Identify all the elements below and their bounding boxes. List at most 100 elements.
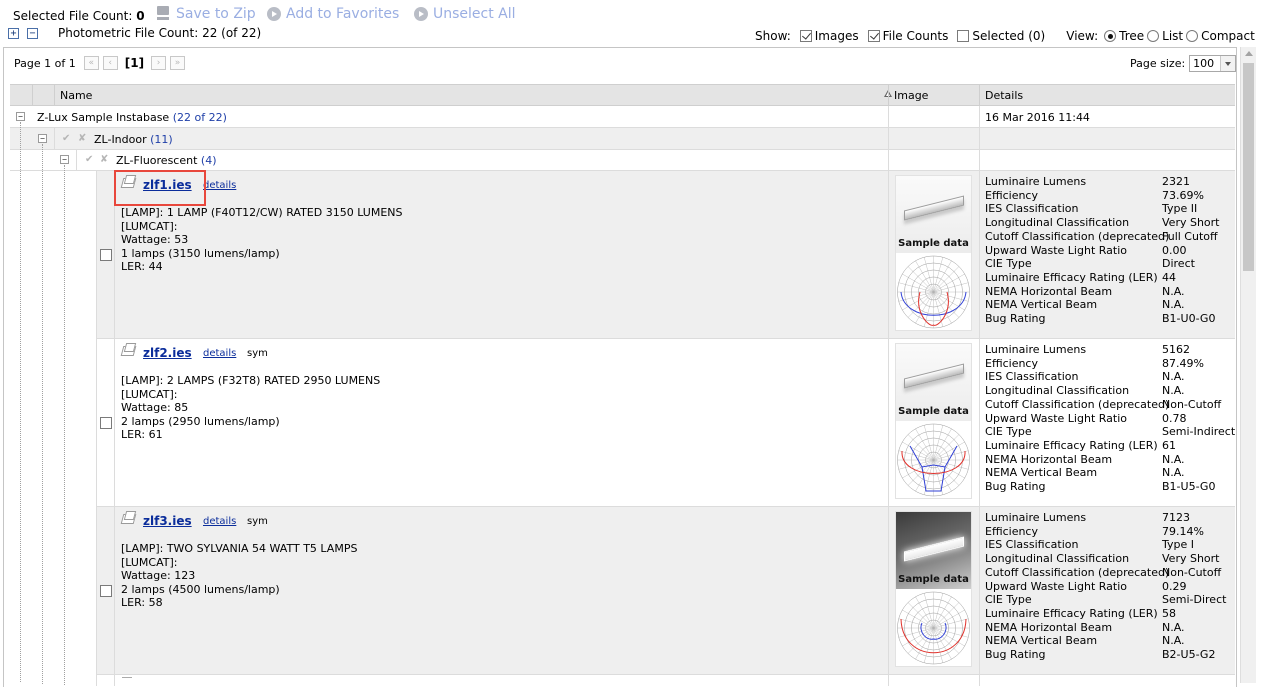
file-icon <box>121 511 135 523</box>
detail-key: IES Classification <box>985 538 1079 552</box>
page-size-select[interactable]: 100 <box>1189 55 1237 72</box>
add-to-favorites-button[interactable]: Add to Favorites <box>267 6 399 22</box>
tree-collapse-fluorescent[interactable]: − <box>60 155 69 164</box>
file-icon <box>121 343 135 355</box>
save-to-zip-button[interactable]: Save to Zip <box>155 6 256 22</box>
details-link[interactable]: details <box>203 180 236 191</box>
detail-value: 58 <box>1162 606 1176 620</box>
file-link[interactable]: zlf2.ies <box>143 346 192 360</box>
details-link[interactable]: details <box>203 348 236 359</box>
detail-key: IES Classification <box>985 370 1079 384</box>
details-table: Luminaire Lumens 7123 Efficiency 79.14% IES … <box>985 511 1235 671</box>
check-icon[interactable]: ✔ <box>62 133 70 144</box>
detail-key: IES Classification <box>985 202 1079 216</box>
detail-key: CIE Type <box>985 425 1032 439</box>
sym-label: sym <box>247 516 268 527</box>
tree-node-fluorescent[interactable]: ZL-Fluorescent (4) <box>116 154 217 167</box>
chevron-down-icon <box>1220 56 1236 71</box>
detail-value: 0.29 <box>1162 579 1187 593</box>
detail-value: N.A. <box>1162 370 1185 384</box>
first-page-button[interactable]: « <box>83 56 99 70</box>
detail-key: NEMA Horizontal Beam <box>985 452 1113 466</box>
view-tree-radio[interactable] <box>1104 30 1117 42</box>
file-description: [LAMP]: 2 LAMPS (F32T8) RATED 2950 LUMEN… <box>121 374 381 442</box>
detail-value: N.A. <box>1162 634 1185 648</box>
detail-value: Very Short <box>1162 216 1220 230</box>
file-link[interactable]: zlf3.ies <box>143 514 192 528</box>
tree-node-indoor-count: (11) <box>150 133 173 146</box>
column-header-name[interactable]: Name <box>60 89 92 102</box>
view-list-radio[interactable] <box>1147 30 1160 42</box>
view-label: View: <box>1066 29 1099 43</box>
detail-key: Longitudinal Classification <box>985 216 1130 230</box>
detail-key: Luminaire Efficacy Rating (LER) <box>985 606 1158 620</box>
detail-value: N.A. <box>1162 384 1185 398</box>
detail-value: 73.69% <box>1162 188 1204 202</box>
file-select-checkbox[interactable] <box>100 417 112 429</box>
detail-key: CIE Type <box>985 593 1032 607</box>
collapse-all-button[interactable]: − <box>27 28 38 39</box>
tree-collapse-root[interactable]: − <box>16 112 25 121</box>
fixture-image: Sample data <box>896 344 971 421</box>
fixture-image: Sample data <box>896 176 971 253</box>
sample-data-label: Sample data <box>898 574 969 585</box>
file-select-checkbox[interactable] <box>100 249 112 261</box>
details-link[interactable]: details <box>203 516 236 527</box>
detail-key: Cutoff Classification (deprecated) <box>985 229 1170 243</box>
selected-file-count: Selected File Count: 0 <box>13 9 145 23</box>
tree-node-indoor[interactable]: ZL-Indoor (11) <box>94 133 173 146</box>
vertical-scrollbar[interactable] <box>1240 47 1256 683</box>
next-page-button[interactable]: › <box>151 56 167 70</box>
tree-node-root[interactable]: Z-Lux Sample Instabase (22 of 22) <box>37 111 227 124</box>
detail-value: Non-Cutoff <box>1162 565 1222 579</box>
expand-all-button[interactable]: + <box>8 28 19 39</box>
scroll-up-icon[interactable] <box>1245 51 1253 56</box>
file-description: [LAMP]: TWO SYLVANIA 54 WATT T5 LAMPS [L… <box>121 542 358 610</box>
detail-key: Luminaire Lumens <box>985 175 1087 188</box>
file-select-checkbox[interactable] <box>100 585 112 597</box>
detail-value: 44 <box>1162 270 1176 284</box>
column-header-details[interactable]: Details <box>985 89 1023 102</box>
tree-node-root-date: 16 Mar 2016 11:44 <box>985 111 1090 124</box>
sample-data-label: Sample data <box>898 238 969 249</box>
details-table: Luminaire Lumens 5162 Efficiency 87.49% IES … <box>985 343 1235 503</box>
tree-collapse-indoor[interactable]: − <box>38 134 47 143</box>
unselect-all-button[interactable]: Unselect All <box>414 6 516 22</box>
detail-value: B1-U0-G0 <box>1162 312 1216 325</box>
detail-value: Full Cutoff <box>1162 229 1218 243</box>
show-file-counts-label: File Counts <box>882 29 949 43</box>
column-header-image[interactable]: Image <box>894 89 928 102</box>
close-icon[interactable]: ✘ <box>100 154 108 165</box>
show-options: Show: Images File Counts Selected (0) Vi… <box>755 29 1255 43</box>
detail-key: Bug Rating <box>985 480 1046 493</box>
prev-page-button[interactable]: ‹ <box>102 56 118 70</box>
detail-value: B1-U5-G0 <box>1162 480 1216 493</box>
tree-node-fluorescent-count: (4) <box>200 154 217 167</box>
scroll-thumb[interactable] <box>1243 63 1254 271</box>
show-images-checkbox[interactable] <box>799 30 812 42</box>
detail-value: N.A. <box>1162 466 1185 480</box>
show-file-counts-checkbox[interactable] <box>867 30 880 42</box>
check-icon[interactable]: ✔ <box>85 154 93 165</box>
detail-key: NEMA Vertical Beam <box>985 298 1098 312</box>
tree-node-indoor-label: ZL-Indoor <box>94 133 147 146</box>
detail-key: Upward Waste Light Ratio <box>985 579 1127 593</box>
luminaire-thumbnail[interactable]: Sample data <box>895 343 972 499</box>
view-list-label: List <box>1162 29 1184 43</box>
page-size-label: Page size: <box>1130 57 1186 70</box>
show-selected-checkbox[interactable] <box>957 30 970 42</box>
fixture-image: Sample data <box>896 512 971 589</box>
luminaire-thumbnail[interactable]: Sample data <box>895 511 972 667</box>
last-page-button[interactable]: » <box>170 56 186 70</box>
selected-count-label: Selected File Count: <box>13 9 133 23</box>
detail-value: Semi-Direct <box>1162 593 1227 607</box>
detail-key: Bug Rating <box>985 312 1046 325</box>
download-icon <box>155 6 171 22</box>
view-compact-radio[interactable] <box>1186 30 1199 42</box>
close-icon[interactable]: ✘ <box>78 133 86 144</box>
detail-key: NEMA Horizontal Beam <box>985 620 1113 634</box>
detail-value: 7123 <box>1162 511 1190 524</box>
photometric-file-count: Photometric File Count: 22 (of 22) <box>58 26 262 40</box>
fixture-icon <box>904 536 964 562</box>
luminaire-thumbnail[interactable]: Sample data <box>895 175 972 331</box>
